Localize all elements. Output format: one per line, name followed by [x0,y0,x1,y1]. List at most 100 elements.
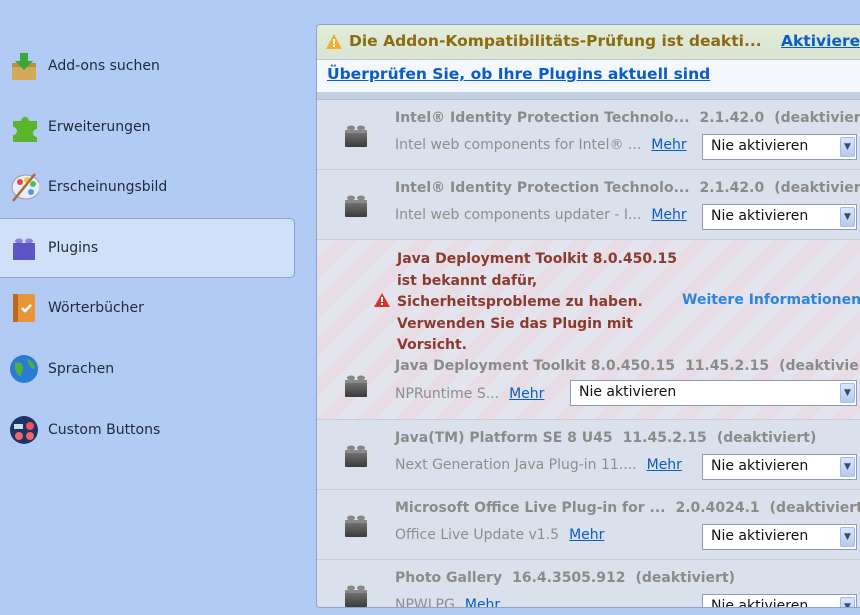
notification-text: Die Addon-Kompatibilitäts-Prüfung ist de… [349,32,762,50]
plugin-status: (deaktiviert) [635,570,736,586]
more-link[interactable]: Mehr [647,457,682,473]
activation-select[interactable]: Nie aktivieren ▼ [702,134,857,160]
plugin-row[interactable]: Intel® Identity Protection Technolo... 2.… [317,170,860,240]
palette-icon [9,172,39,202]
sidebar-item-label: Add-ons suchen [48,58,160,74]
custom-buttons-icon [9,415,39,445]
check-plugins-link[interactable]: Überprüfen Sie, ob Ihre Plugins aktuell … [327,65,710,83]
sidebar-item-woerterbuecher[interactable]: Wörterbücher [0,278,295,338]
list-header-strip [317,92,860,100]
more-link[interactable]: Mehr [465,597,500,607]
plugin-row[interactable]: Microsoft Office Live Plug-in for ... 2.0… [317,490,860,560]
plugin-brick-icon [343,122,369,148]
plugin-title: Java(TM) Platform SE 8 U45 11.45.2.15 (dea… [395,430,826,446]
more-link[interactable]: Mehr [509,386,544,402]
plugin-row-java-deployment[interactable]: Java Deployment Toolkit 8.0.450.15 ist b… [317,240,860,420]
plugin-version: 2.1.42.0 [699,180,765,196]
plugin-name: Microsoft Office Live Plug-in for ... [395,500,666,516]
activation-value: Nie aktivieren [579,384,677,400]
plugin-brick-icon [343,442,369,468]
plugin-description: Intel web components for Intel® ... [395,137,642,153]
puzzle-icon [9,112,39,142]
plugin-description: Office Live Update v1.5 [395,527,560,543]
activation-value: Nie aktivieren [711,138,809,154]
warning-line: Sicherheitsprobleme zu haben. [397,294,643,310]
more-link[interactable]: Mehr [651,137,686,153]
plugin-title: Microsoft Office Live Plug-in for ... 2.0… [395,500,860,516]
more-link[interactable]: Mehr [651,207,686,223]
plugin-version: 11.45.2.15 [684,358,770,374]
enable-compatibility-link[interactable]: Aktivieren [781,32,860,50]
plugin-status: (deaktiviert) [774,110,860,126]
sidebar-item-label: Sprachen [48,361,115,377]
plugin-title: Java Deployment Toolkit 8.0.450.15 11.45.… [395,358,860,374]
sidebar-item-label: Plugins [48,240,99,256]
sidebar-item-erweiterungen[interactable]: Erweiterungen [0,97,295,157]
plugins-panel: Die Addon-Kompatibilitäts-Prüfung ist de… [316,24,860,608]
plugin-description: NPRuntime S... [395,386,500,402]
sidebar-item-label: Custom Buttons [48,422,161,438]
activation-value: Nie aktivieren [711,598,809,608]
plugin-status: (deaktiviert) [769,500,860,516]
sidebar-item-plugins[interactable]: Plugins [0,218,295,278]
activation-select[interactable]: Nie aktivieren ▼ [702,204,857,230]
plugin-name: Java(TM) Platform SE 8 U45 [395,430,613,446]
plugin-row[interactable]: Java(TM) Platform SE 8 U45 11.45.2.15 (dea… [317,420,860,490]
sidebar-item-sprachen[interactable]: Sprachen [0,339,295,399]
chevron-down-icon: ▼ [840,383,855,403]
plugin-title: Intel® Identity Protection Technolo... 2.… [395,180,860,196]
plugin-row[interactable]: Intel® Identity Protection Technolo... 2.… [317,100,860,170]
plugin-brick-icon [343,372,369,398]
download-box-icon [9,51,39,81]
warning-line: ist bekannt dafür, [397,272,538,289]
security-warning-icon [374,293,390,307]
globe-icon [9,354,39,384]
chevron-down-icon: ▼ [840,137,855,157]
more-information-link[interactable]: Weitere Informationen [682,292,860,308]
sidebar-item-label: Wörterbücher [48,300,144,316]
warning-line: Java Deployment Toolkit 8.0.450.15 [397,251,677,267]
security-warning-text: Java Deployment Toolkit 8.0.450.15 ist b… [397,249,677,357]
plugin-description: NPWLPG [395,597,455,608]
plugin-version: 2.0.4024.1 [675,500,760,516]
plugin-name: Photo Gallery [395,570,503,586]
chevron-down-icon: ▼ [840,457,855,477]
plugin-brick-icon [9,233,39,263]
compatibility-notification: Die Addon-Kompatibilitäts-Prüfung ist de… [317,25,860,60]
warning-icon [326,34,342,49]
activation-select[interactable]: Nie aktivieren ▼ [702,594,857,608]
plugin-name: Intel® Identity Protection Technolo... [395,110,690,126]
activation-value: Nie aktivieren [711,208,809,224]
activation-select[interactable]: Nie aktivieren ▼ [570,380,857,406]
plugin-brick-icon [343,192,369,218]
warning-line: Verwenden Sie das Plugin mit [397,315,633,332]
plugin-check-bar: Überprüfen Sie, ob Ihre Plugins aktuell … [317,60,860,92]
dictionary-icon [9,293,39,323]
plugin-name: Java Deployment Toolkit 8.0.450.15 [395,358,675,374]
sidebar-item-label: Erscheinungsbild [48,179,168,195]
more-link[interactable]: Mehr [569,527,604,543]
activation-select[interactable]: Nie aktivieren ▼ [702,524,857,550]
activation-select[interactable]: Nie aktivieren ▼ [702,454,857,480]
plugin-brick-icon [343,512,369,538]
plugin-version: 2.1.42.0 [699,110,765,126]
activation-value: Nie aktivieren [711,458,809,474]
sidebar-item-erscheinungsbild[interactable]: Erscheinungsbild [0,157,295,217]
plugin-description: Intel web components updater - I... [395,207,642,223]
plugin-version: 11.45.2.15 [622,430,707,446]
plugin-version: 16.4.3505.912 [512,570,626,586]
plugin-description: Next Generation Java Plug-in 11.... [395,457,637,473]
sidebar-item-add-ons-suchen[interactable]: Add-ons suchen [0,36,295,96]
chevron-down-icon: ▼ [840,527,855,547]
plugin-name: Intel® Identity Protection Technolo... [395,180,690,196]
chevron-down-icon: ▼ [840,597,855,607]
plugin-status: (deaktiviert) [779,358,860,374]
chevron-down-icon: ▼ [840,207,855,227]
sidebar-item-custom-buttons[interactable]: Custom Buttons [0,400,295,460]
sidebar-item-label: Erweiterungen [48,119,151,135]
activation-value: Nie aktivieren [711,528,809,544]
warning-line: Vorsicht. [397,337,467,353]
plugin-status: (deaktiviert) [716,430,817,446]
plugin-brick-icon [343,582,369,608]
plugin-row[interactable]: Photo Gallery 16.4.3505.912 (deaktiviert) … [317,560,860,608]
